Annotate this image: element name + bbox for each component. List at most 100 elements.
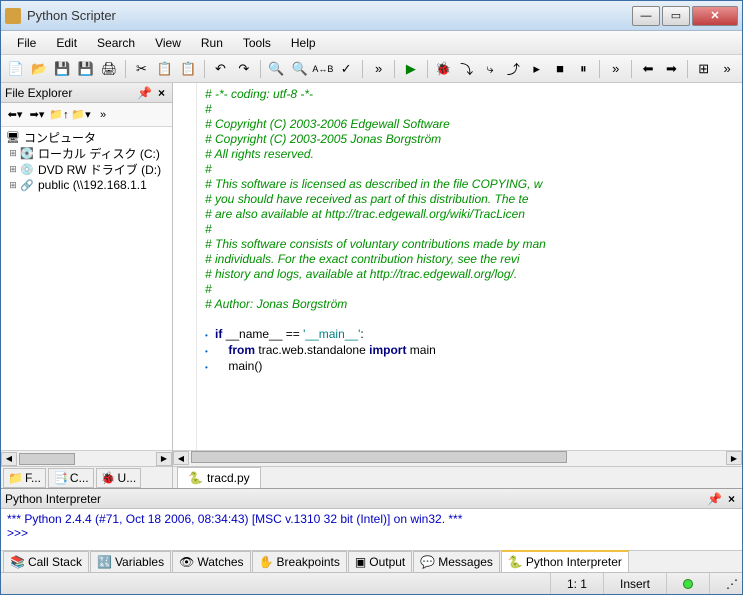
scroll-left-icon[interactable]: ◀ (1, 452, 17, 466)
overflow-icon[interactable]: » (605, 58, 626, 80)
menu-edit[interactable]: Edit (48, 33, 85, 53)
window-title: Python Scripter (27, 8, 632, 23)
panel-close-icon[interactable]: × (725, 492, 738, 506)
nav-fwd-icon[interactable]: ➡▾ (27, 106, 47, 124)
pin-icon[interactable]: 📌 (134, 86, 155, 100)
interpreter-title: Python Interpreter (5, 492, 704, 506)
folder-icon[interactable]: 📁▾ (71, 106, 91, 124)
close-button[interactable]: ✕ (692, 6, 738, 26)
replace-icon[interactable]: A↔B (312, 58, 333, 80)
stack-icon: 📚 (10, 555, 25, 569)
code-editor-wrap: # -*- coding: utf-8 -*-## Copyright (C) … (173, 83, 742, 450)
tab-file-explorer[interactable]: 📁F... (3, 468, 46, 488)
interpreter-console[interactable]: *** Python 2.4.4 (#71, Oct 18 2006, 08:3… (1, 509, 742, 550)
tree-root-label: コンピュータ (24, 129, 96, 146)
step-into-icon[interactable]: ⤷ (479, 58, 500, 80)
new-file-icon[interactable]: 📄 (5, 58, 26, 80)
cut-icon[interactable]: ✂ (131, 58, 152, 80)
file-tree[interactable]: 🖥 コンピュータ ⊞ 💽 ローカル ディスク (C:) ⊞ 💿 DVD RW ド… (1, 127, 172, 450)
code-editor[interactable]: # -*- coding: utf-8 -*-## Copyright (C) … (197, 83, 742, 450)
save-icon[interactable]: 💾 (52, 58, 73, 80)
syntax-check-icon[interactable]: ✓ (336, 58, 357, 80)
sidebar: File Explorer 📌 × ⬅▾ ➡▾ 📁↑ 📁▾ » 🖥 コンピュータ… (1, 83, 173, 488)
layout-icon[interactable]: ⊞ (693, 58, 714, 80)
nav-fwd-icon[interactable]: ➡ (661, 58, 682, 80)
debug-icon[interactable]: 🐞 (433, 58, 454, 80)
variables-icon: 🔣 (97, 555, 112, 569)
tab-messages[interactable]: 💬Messages (413, 551, 500, 573)
paste-icon[interactable]: 📋 (177, 58, 198, 80)
resize-grip[interactable]: ⋰ (709, 573, 742, 594)
expand-icon[interactable]: ⊞ (7, 164, 19, 175)
network-drive-icon: 🔗 (19, 178, 35, 192)
overflow-icon[interactable]: » (716, 58, 737, 80)
step-out-icon[interactable]: ⤴ (503, 58, 524, 80)
menu-run[interactable]: Run (193, 33, 231, 53)
run-to-cursor-icon[interactable]: ▸ (526, 58, 547, 80)
find-next-icon[interactable]: 🔍 (289, 58, 310, 80)
minimize-button[interactable]: — (632, 6, 660, 26)
overflow-icon[interactable]: » (93, 106, 113, 124)
menu-view[interactable]: View (147, 33, 189, 53)
tree-item[interactable]: ⊞ 🔗 public (\\192.168.1.1 (3, 177, 170, 193)
run-icon[interactable]: ▶ (400, 58, 421, 80)
overflow-icon[interactable]: » (368, 58, 389, 80)
tab-code-explorer[interactable]: 📑C... (48, 468, 94, 488)
tab-output[interactable]: ▣Output (348, 551, 412, 573)
menu-tools[interactable]: Tools (235, 33, 279, 53)
messages-icon: 💬 (420, 555, 435, 569)
editor-tabs: 🐍 tracd.py (173, 466, 742, 488)
scroll-thumb[interactable] (191, 451, 567, 463)
menu-help[interactable]: Help (283, 33, 324, 53)
find-icon[interactable]: 🔍 (266, 58, 287, 80)
expand-icon[interactable]: ⊞ (7, 180, 19, 191)
main-toolbar: 📄 📂 💾 💾 🖨 ✂ 📋 📋 ↶ ↷ 🔍 🔍 A↔B ✓ » ▶ 🐞 ⤵ ⤷ … (1, 55, 742, 83)
editor-tab[interactable]: 🐍 tracd.py (177, 467, 261, 488)
separator (260, 60, 261, 78)
editor-scrollbar[interactable]: ◀ ▶ (173, 450, 742, 466)
nav-up-icon[interactable]: 📁↑ (49, 106, 69, 124)
separator (362, 60, 363, 78)
tree-root[interactable]: 🖥 コンピュータ (3, 129, 170, 145)
nav-back-icon[interactable]: ⬅ (637, 58, 658, 80)
watch-icon: 👁 (179, 555, 194, 569)
scroll-left-icon[interactable]: ◀ (173, 451, 189, 465)
separator (204, 60, 205, 78)
scroll-right-icon[interactable]: ▶ (726, 451, 742, 465)
pause-icon[interactable]: ⏸ (573, 58, 594, 80)
panel-close-icon[interactable]: × (155, 86, 168, 100)
menu-search[interactable]: Search (89, 33, 143, 53)
app-window: Python Scripter — ▭ ✕ File Edit Search V… (0, 0, 743, 595)
titlebar[interactable]: Python Scripter — ▭ ✕ (1, 1, 742, 31)
open-file-icon[interactable]: 📂 (28, 58, 49, 80)
maximize-button[interactable]: ▭ (662, 6, 690, 26)
tree-item[interactable]: ⊞ 💽 ローカル ディスク (C:) (3, 145, 170, 161)
expand-icon[interactable]: ⊞ (7, 148, 19, 159)
explorer-nav-toolbar: ⬅▾ ➡▾ 📁↑ 📁▾ » (1, 103, 172, 127)
save-all-icon[interactable]: 💾 (75, 58, 96, 80)
scroll-thumb[interactable] (19, 453, 75, 465)
tab-watches[interactable]: 👁Watches (172, 551, 250, 573)
explorer-scrollbar[interactable]: ◀ ▶ (1, 450, 172, 466)
tab-call-stack[interactable]: 📚Call Stack (3, 551, 89, 573)
tab-breakpoints[interactable]: ✋Breakpoints (252, 551, 347, 573)
menu-file[interactable]: File (9, 33, 44, 53)
tree-item-label: ローカル ディスク (C:) (38, 145, 160, 162)
tab-variables[interactable]: 🔣Variables (90, 551, 171, 573)
copy-icon[interactable]: 📋 (154, 58, 175, 80)
tab-unit-tests[interactable]: 🐞U... (96, 468, 142, 488)
menubar: File Edit Search View Run Tools Help (1, 31, 742, 55)
tree-item[interactable]: ⊞ 💿 DVD RW ドライブ (D:) (3, 161, 170, 177)
separator (394, 60, 395, 78)
redo-icon[interactable]: ↷ (233, 58, 254, 80)
tab-python-interpreter[interactable]: 🐍Python Interpreter (501, 550, 629, 573)
separator (599, 60, 600, 78)
pin-icon[interactable]: 📌 (704, 492, 725, 506)
nav-back-icon[interactable]: ⬅▾ (5, 106, 25, 124)
separator (125, 60, 126, 78)
scroll-right-icon[interactable]: ▶ (156, 452, 172, 466)
print-icon[interactable]: 🖨 (98, 58, 119, 80)
step-over-icon[interactable]: ⤵ (456, 58, 477, 80)
undo-icon[interactable]: ↶ (210, 58, 231, 80)
stop-icon[interactable]: ■ (549, 58, 570, 80)
